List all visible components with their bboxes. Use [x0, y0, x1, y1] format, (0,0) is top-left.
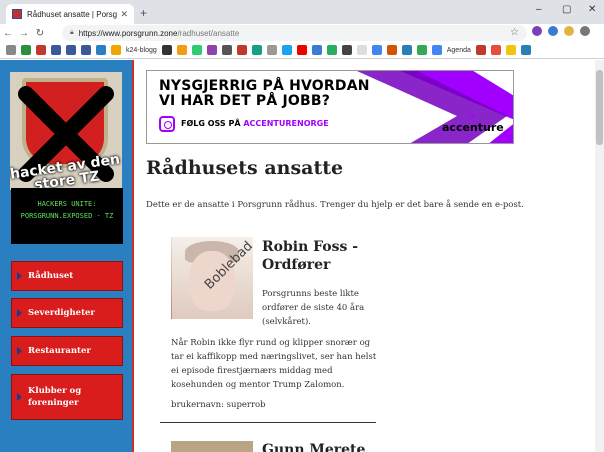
- bookmark-icon[interactable]: [206, 45, 217, 55]
- page-title: Rådhusets ansatte: [146, 157, 344, 179]
- bookmark-icon[interactable]: [96, 45, 106, 55]
- follow-prefix: FØLG OSS PÅ: [181, 119, 241, 128]
- url-path: /radhuset/ansatte: [177, 28, 240, 38]
- menu-item-klubber[interactable]: Klubber og foreninger: [11, 374, 123, 420]
- person-username: brukernavn: superrob: [171, 400, 266, 410]
- scrollbar-thumb[interactable]: [596, 70, 603, 145]
- bookmark-icon[interactable]: [416, 45, 427, 55]
- extension-icon[interactable]: [548, 26, 558, 36]
- bookmark-icon[interactable]: [341, 45, 352, 55]
- defaced-logo: hacket av den store TZ: [10, 72, 122, 190]
- menu-icon[interactable]: [580, 26, 590, 36]
- extension-icons: [532, 26, 590, 36]
- calendar-icon[interactable]: [431, 45, 442, 55]
- menu-item-label: Rådhuset: [28, 271, 74, 281]
- address-bar[interactable]: 🔒︎ https://www.porsgrunn.zone /radhuset/…: [62, 25, 527, 41]
- bookmark-icon[interactable]: [266, 45, 277, 55]
- bookmarks-bar: k24-blogg Agenda: [0, 42, 604, 59]
- ad-banner[interactable]: NYSGJERRIG PÅ HVORDAN VI HAR DET PÅ JOBB…: [146, 70, 514, 144]
- ad-follow-text: FØLG OSS PÅ ACCENTURENORGE: [181, 119, 329, 128]
- maximize-button[interactable]: ▢: [562, 4, 571, 15]
- bookmark-icon[interactable]: [221, 45, 232, 55]
- bookmark-icon[interactable]: [161, 45, 172, 55]
- reload-icon[interactable]: ↻: [32, 28, 48, 39]
- tab-close-icon[interactable]: ✕: [120, 9, 128, 20]
- page-viewport: hacket av den store TZ HACKERS UNITE: PO…: [0, 60, 604, 452]
- forward-icon[interactable]: →: [16, 28, 32, 39]
- bookmark-label[interactable]: k24-blogg: [126, 47, 157, 54]
- bookmark-icon[interactable]: [311, 45, 322, 55]
- person-bio: Når Robin ikke flyr rund og klipper snor…: [171, 338, 377, 390]
- new-tab-button[interactable]: +: [140, 6, 147, 20]
- tab-title: Rådhuset ansatte | Porsgrunn 20: [27, 9, 118, 19]
- back-icon[interactable]: ←: [0, 28, 16, 39]
- person-name: Robin Foss - Ordfører: [262, 239, 359, 273]
- bookmark-icon[interactable]: [386, 45, 397, 55]
- bookmark-icon[interactable]: [520, 45, 531, 55]
- browser-tab[interactable]: Rådhuset ansatte | Porsgrunn 20 ✕: [6, 4, 134, 24]
- menu-item-severdigheter[interactable]: Severdigheter: [11, 298, 123, 328]
- arrow-right-icon: [17, 272, 22, 280]
- person-description: Porsgrunns beste likte ordfører de siste…: [262, 289, 365, 327]
- bookmark-icon[interactable]: [401, 45, 412, 55]
- hackers-banner: HACKERS UNITE: PORSGRUNN.EXPOSED - TZ: [11, 188, 123, 244]
- bookmark-label[interactable]: Agenda: [447, 47, 471, 54]
- page-scrollbar[interactable]: [595, 60, 604, 452]
- ad-headline: NYSGJERRIG PÅ HVORDAN VI HAR DET PÅ JOBB…: [159, 79, 370, 109]
- follow-handle: ACCENTURENORGE: [243, 119, 329, 128]
- site-favicon-icon: [12, 9, 22, 19]
- arrow-right-icon: [17, 309, 22, 317]
- bookmark-icon[interactable]: [326, 45, 337, 55]
- arrow-right-icon: [17, 393, 22, 401]
- ad-headline-line: VI HAR DET PÅ JOBB?: [159, 93, 331, 109]
- person-name: Gunn Merete: [262, 442, 366, 452]
- browser-titlebar: Rådhuset ansatte | Porsgrunn 20 ✕ + – ▢ …: [0, 0, 604, 24]
- facebook-icon[interactable]: [51, 45, 61, 55]
- bookmark-icon[interactable]: [36, 45, 46, 55]
- url-host: https://www.porsgrunn.zone: [78, 28, 178, 38]
- menu-item-label: Restauranter: [28, 346, 91, 356]
- instagram-icon: [159, 116, 175, 132]
- bookmark-icon[interactable]: [191, 45, 202, 55]
- menu-item-restauranter[interactable]: Restauranter: [11, 336, 123, 366]
- bookmark-folder-icon[interactable]: [111, 45, 121, 55]
- bookmark-icon[interactable]: [505, 45, 516, 55]
- apps-icon[interactable]: [6, 45, 16, 55]
- facebook-icon[interactable]: [81, 45, 91, 55]
- menu-item-label: Klubber og foreninger: [28, 386, 82, 408]
- lock-icon: 🔒︎: [70, 29, 74, 36]
- bookmark-star-icon[interactable]: ☆: [510, 27, 519, 38]
- extension-icon[interactable]: [532, 26, 542, 36]
- bookmark-icon[interactable]: [236, 45, 247, 55]
- divider: [160, 422, 376, 423]
- ad-headline-line: NYSGJERRIG PÅ HVORDAN: [159, 78, 370, 94]
- person-photo: [171, 441, 253, 452]
- close-window-button[interactable]: ✕: [588, 4, 596, 15]
- arrow-right-icon: [17, 347, 22, 355]
- facebook-icon[interactable]: [66, 45, 76, 55]
- profile-avatar-icon[interactable]: [564, 26, 574, 36]
- sidebar: hacket av den store TZ HACKERS UNITE: PO…: [0, 60, 134, 452]
- drive-icon[interactable]: [371, 45, 382, 55]
- bookmark-icon[interactable]: [176, 45, 187, 55]
- twitter-icon[interactable]: [281, 45, 292, 55]
- bookmark-icon[interactable]: [356, 45, 367, 55]
- bookmark-icon[interactable]: [21, 45, 31, 55]
- accenture-logo: accenture: [442, 111, 504, 134]
- menu-item-radhuset[interactable]: Rådhuset: [11, 261, 123, 291]
- browser-toolbar: ← → ↻ 🔒︎ https://www.porsgrunn.zone /rad…: [0, 24, 604, 42]
- main-content: NYSGJERRIG PÅ HVORDAN VI HAR DET PÅ JOBB…: [136, 60, 594, 452]
- bookmark-icon[interactable]: [490, 45, 501, 55]
- bookmark-icon[interactable]: [475, 45, 486, 55]
- menu-item-label: Severdigheter: [28, 308, 95, 318]
- minimize-button[interactable]: –: [536, 4, 542, 15]
- bookmark-icon[interactable]: [251, 45, 262, 55]
- intro-text: Dette er de ansatte i Porsgrunn rådhus. …: [146, 200, 524, 210]
- youtube-icon[interactable]: [296, 45, 307, 55]
